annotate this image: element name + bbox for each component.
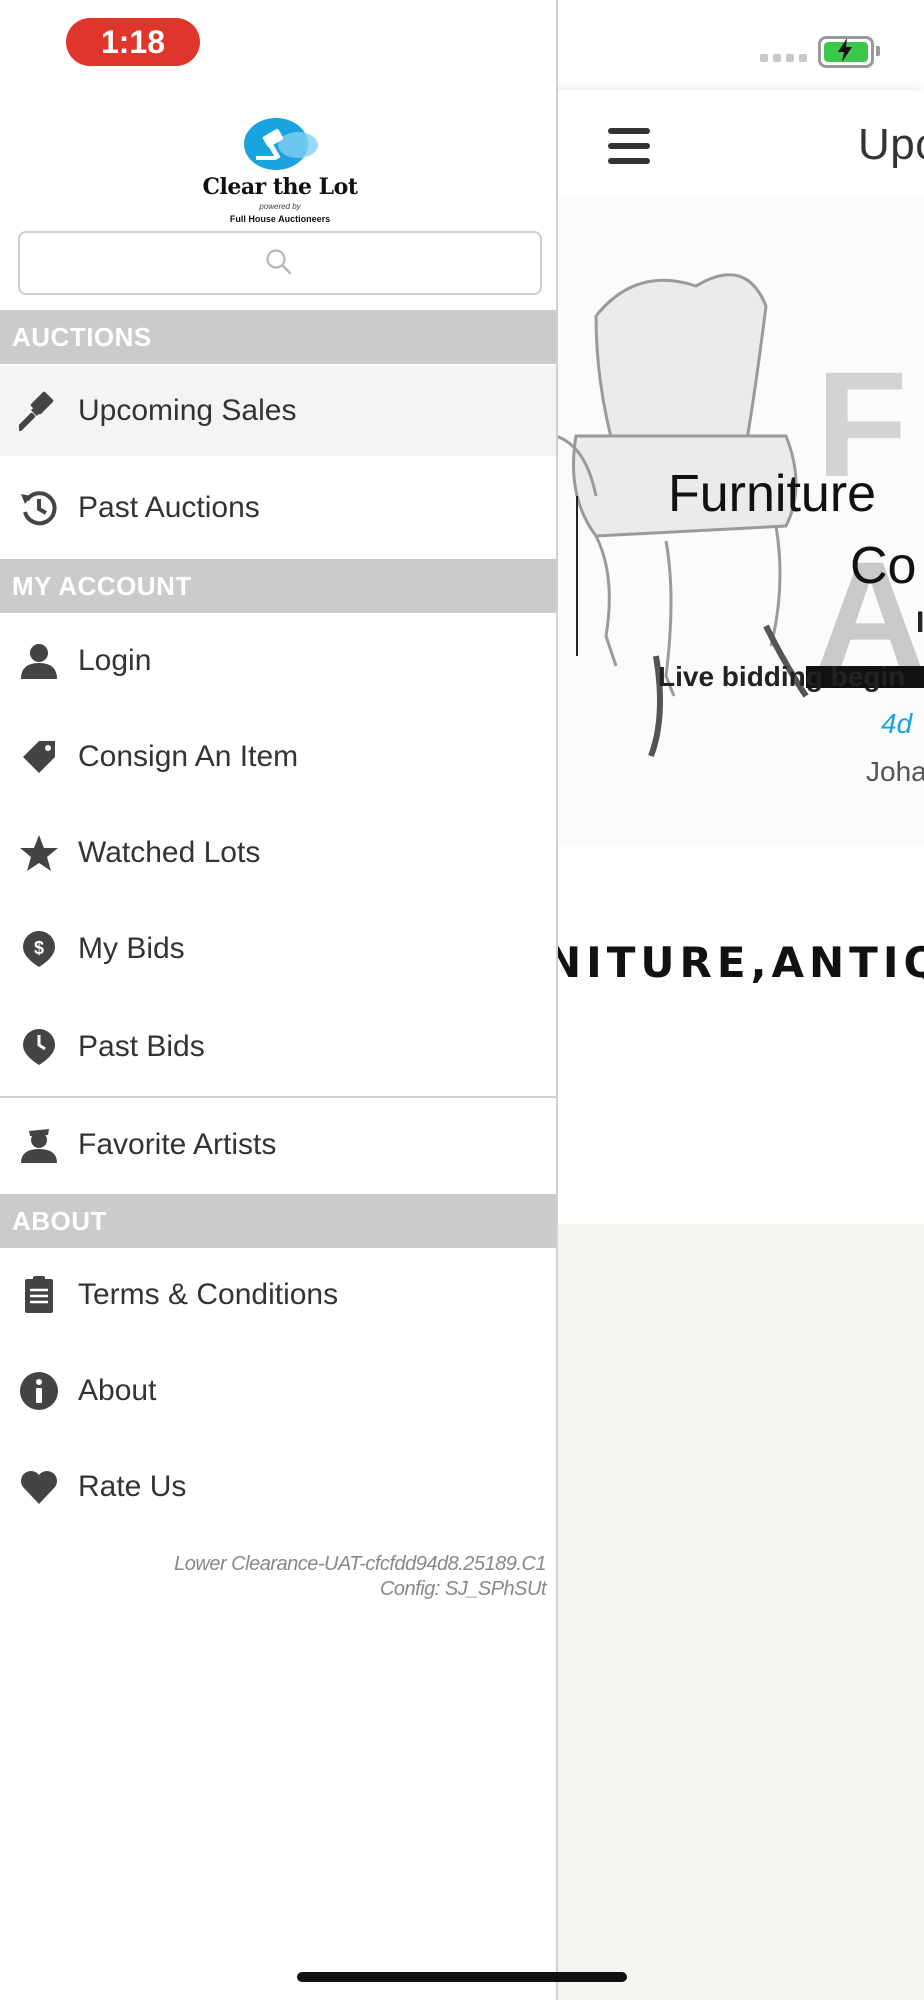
logo-name: Clear the Lot	[202, 174, 359, 200]
menu-label: Past Bids	[78, 1030, 205, 1063]
history-icon	[18, 487, 60, 529]
sale-live-bidding: Live bidding begin	[658, 661, 906, 692]
menu-item-consign[interactable]: Consign An Item	[0, 712, 556, 802]
signal-icon	[760, 54, 807, 62]
status-bar: 1:18	[0, 0, 924, 90]
heart-icon	[18, 1466, 60, 1508]
section-header-my-account: MY ACCOUNT	[0, 559, 556, 613]
tag-icon	[18, 736, 60, 778]
menu-item-terms[interactable]: Terms & Conditions	[0, 1250, 556, 1340]
section-header-about: ABOUT	[0, 1194, 556, 1248]
menu-item-my-bids[interactable]: $ My Bids	[0, 904, 556, 994]
menu-label: Consign An Item	[78, 740, 299, 773]
menu-item-rate-us[interactable]: Rate Us	[0, 1442, 556, 1532]
menu-item-watched-lots[interactable]: Watched Lots	[0, 808, 556, 898]
dollar-pin-icon: $	[18, 928, 60, 970]
logo-powered-by: powered by	[259, 202, 301, 211]
clock-pin-icon	[18, 1026, 60, 1068]
user-icon	[18, 640, 60, 682]
main-header: Upc	[556, 90, 924, 197]
version-config: Config: SJ_SPhSUt	[379, 1578, 547, 1600]
sale-subtitle: I	[916, 606, 924, 639]
navigation-drawer: Clear the Lot powered by Full House Auct…	[0, 0, 558, 2000]
menu-label: Terms & Conditions	[78, 1278, 339, 1311]
menu-item-login[interactable]: Login	[0, 616, 556, 706]
section-header-auctions: AUCTIONS	[0, 310, 556, 364]
version-build: Lower Clearance-UAT-cfcfdd94d8.25189.C1	[174, 1553, 546, 1575]
gavel-icon	[18, 390, 60, 432]
menu-item-about[interactable]: About	[0, 1346, 556, 1436]
status-time: 1:18	[66, 18, 200, 66]
info-icon	[18, 1370, 60, 1412]
sale-title-line1: Furniture	[668, 465, 877, 523]
menu-item-favorite-artists[interactable]: Favorite Artists	[0, 1100, 556, 1190]
menu-label: Login	[78, 644, 152, 677]
star-icon	[18, 832, 60, 874]
menu-item-past-auctions[interactable]: Past Auctions	[0, 463, 556, 553]
menu-label: Watched Lots	[78, 836, 261, 869]
sale-title-line2: Co	[850, 537, 917, 595]
menu-label: My Bids	[78, 932, 185, 965]
clipboard-icon	[18, 1274, 60, 1316]
gavel-logo-glyph	[256, 129, 284, 160]
app-logo: Clear the Lot powered by Full House Auct…	[180, 118, 380, 228]
menu-label: Favorite Artists	[78, 1128, 277, 1161]
sale-location: Joha	[866, 756, 924, 787]
main-panel: Upc A F	[556, 90, 924, 2000]
menu-label: Rate Us	[78, 1470, 187, 1503]
page-title: Upc	[858, 120, 924, 169]
search-icon	[266, 249, 292, 275]
menu-label: About	[78, 1374, 157, 1407]
svg-text:$: $	[34, 938, 44, 958]
menu-item-past-bids[interactable]: Past Bids	[0, 1002, 556, 1092]
search-field[interactable]	[18, 231, 544, 295]
menu-item-upcoming-sales[interactable]: Upcoming Sales	[0, 366, 556, 456]
sale-countdown: 4d	[881, 708, 913, 739]
home-indicator[interactable]	[297, 1972, 627, 1982]
logo-company: Full House Auctioneers	[229, 214, 331, 224]
menu-label: Past Auctions	[78, 491, 260, 524]
hamburger-menu-icon[interactable]	[608, 128, 650, 164]
menu-divider	[0, 1096, 556, 1098]
sale-card[interactable]: A F Furniture Co I Live bidding begin 4d…	[556, 196, 924, 1224]
version-info: Lower Clearance-UAT-cfcfdd94d8.25189.C1 …	[174, 1552, 546, 1602]
sale-banner-text: NITURE,ANTIQ	[556, 938, 924, 987]
artist-icon	[18, 1124, 60, 1166]
menu-label: Upcoming Sales	[78, 394, 297, 427]
battery-icon	[818, 36, 880, 68]
sale-title: Furniture Co	[668, 458, 916, 602]
